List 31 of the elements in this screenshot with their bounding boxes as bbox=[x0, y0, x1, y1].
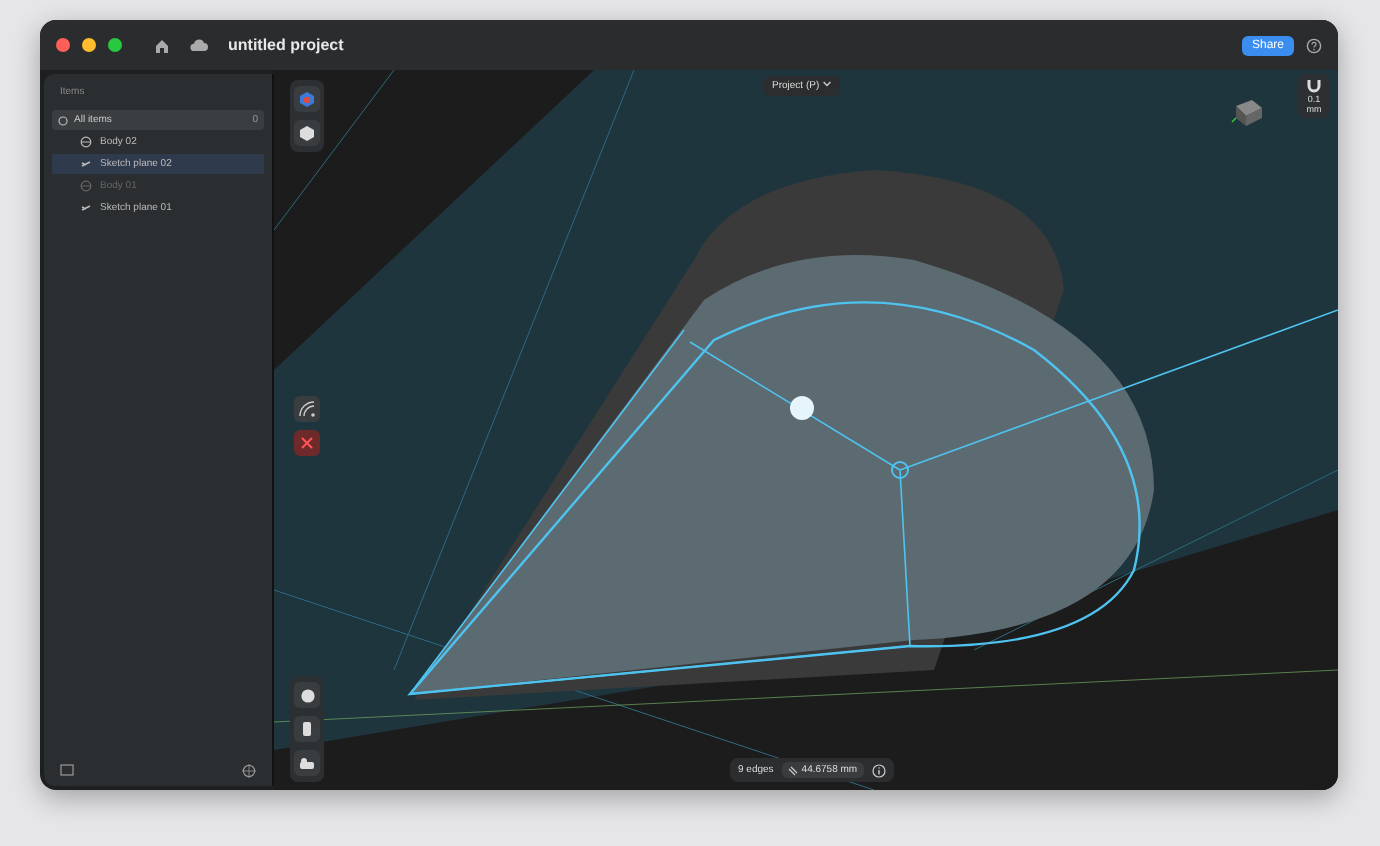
magnet-icon bbox=[1306, 78, 1322, 94]
cylinder-icon bbox=[298, 720, 316, 738]
cube-icon bbox=[298, 124, 316, 142]
help-icon[interactable] bbox=[1306, 37, 1322, 53]
sphere-icon bbox=[298, 686, 316, 704]
target-icon[interactable] bbox=[242, 764, 256, 778]
sketch-plane-icon bbox=[80, 158, 92, 170]
ruler-icon bbox=[787, 765, 798, 775]
arc-icon bbox=[298, 400, 316, 418]
body-icon bbox=[80, 180, 92, 192]
cloud-icon[interactable] bbox=[190, 38, 208, 52]
close-icon bbox=[300, 436, 314, 450]
zoom-button[interactable] bbox=[108, 38, 122, 52]
minimize-button[interactable] bbox=[82, 38, 96, 52]
body-tool[interactable] bbox=[294, 120, 320, 146]
arc-tool[interactable] bbox=[294, 396, 320, 422]
home-icon[interactable] bbox=[154, 37, 170, 53]
view-cube-icon[interactable] bbox=[1230, 94, 1266, 130]
appearance-tool[interactable] bbox=[294, 86, 320, 112]
shape-tool[interactable] bbox=[294, 682, 320, 708]
sketch-plane-icon bbox=[80, 202, 92, 214]
color-cube-icon bbox=[298, 90, 316, 108]
extrude-tool[interactable] bbox=[294, 716, 320, 742]
window-title: untitled project bbox=[228, 36, 344, 54]
tape-measure-icon bbox=[298, 754, 316, 772]
close-button[interactable] bbox=[56, 38, 70, 52]
info-icon[interactable] bbox=[871, 763, 886, 777]
delete-tool[interactable] bbox=[294, 430, 320, 456]
chevron-down-icon bbox=[822, 80, 833, 88]
measure-tool[interactable] bbox=[294, 750, 320, 776]
body-icon bbox=[80, 136, 92, 148]
